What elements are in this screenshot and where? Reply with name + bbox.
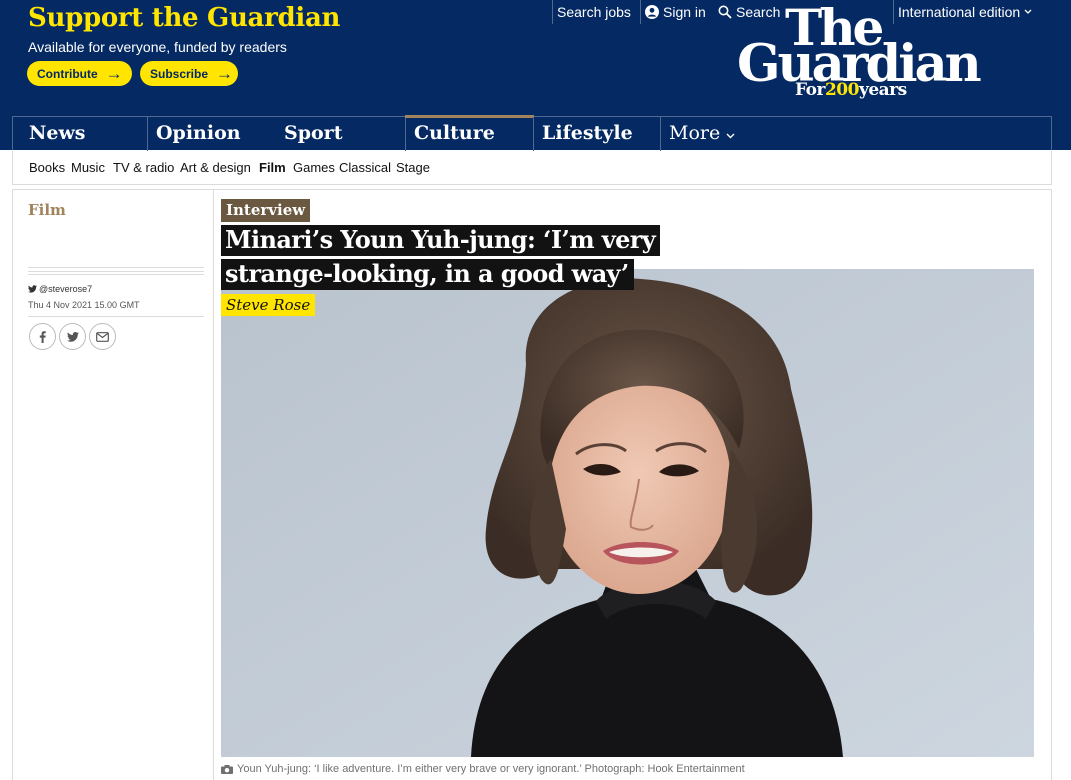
pillar-lifestyle[interactable]: Lifestyle bbox=[533, 117, 661, 151]
subnav-games[interactable]: Games bbox=[293, 160, 335, 175]
pillar-culture[interactable]: Culture bbox=[405, 115, 534, 151]
tagline-suffix: years bbox=[858, 80, 907, 100]
subscribe-label: Subscribe bbox=[150, 66, 209, 81]
email-icon bbox=[96, 331, 109, 342]
author-byline[interactable]: Steve Rose bbox=[221, 294, 316, 316]
author-twitter-link[interactable]: @steverose7 bbox=[28, 284, 92, 294]
sign-in-label: Sign in bbox=[663, 4, 706, 20]
twitter-icon bbox=[66, 331, 79, 342]
portrait-illustration bbox=[221, 269, 1034, 757]
site-header: Support the Guardian Available for every… bbox=[0, 0, 1071, 151]
pillar-news[interactable]: News bbox=[21, 117, 147, 151]
subnav-film[interactable]: Film bbox=[259, 160, 286, 175]
subnav: Books Music TV & radio Art & design Film… bbox=[12, 150, 1052, 185]
pillar-sport[interactable]: Sport bbox=[276, 117, 406, 151]
divider bbox=[28, 316, 204, 317]
more-label: More bbox=[669, 122, 721, 144]
subnav-art-design[interactable]: Art & design bbox=[180, 160, 251, 175]
pillar-opinion[interactable]: Opinion bbox=[147, 117, 269, 151]
section-label[interactable]: Film bbox=[28, 201, 66, 219]
headline-text: Minari’s Youn Yuh-jung: ‘I’m very strang… bbox=[221, 225, 661, 290]
share-twitter-button[interactable] bbox=[59, 323, 86, 350]
arrow-right-icon: → bbox=[216, 64, 234, 83]
article-kicker[interactable]: Interview bbox=[221, 199, 311, 222]
publish-date: Thu 4 Nov 2021 15.00 GMT bbox=[28, 300, 140, 310]
contribute-button[interactable]: Contribute → bbox=[27, 61, 132, 86]
meta-rule bbox=[28, 267, 204, 275]
profile-icon bbox=[645, 5, 659, 19]
support-subtitle: Available for everyone, funded by reader… bbox=[28, 39, 287, 55]
search-jobs-label: Search jobs bbox=[557, 4, 631, 20]
logo-tagline: For200years bbox=[795, 80, 907, 100]
chevron-down-icon bbox=[1024, 9, 1032, 14]
subnav-stage[interactable]: Stage bbox=[396, 160, 430, 175]
chevron-down-icon bbox=[726, 133, 735, 139]
search-jobs-link[interactable]: Search jobs bbox=[552, 0, 631, 24]
column-divider bbox=[213, 190, 214, 780]
sign-in-link[interactable]: Sign in bbox=[640, 0, 706, 24]
subnav-music[interactable]: Music bbox=[71, 160, 105, 175]
share-facebook-button[interactable] bbox=[29, 323, 56, 350]
guardian-logo[interactable]: The Guardian For200years bbox=[737, 0, 982, 104]
camera-icon bbox=[221, 764, 233, 774]
divider bbox=[12, 184, 1052, 185]
twitter-handle: @steverose7 bbox=[39, 284, 93, 294]
pillar-nav: News Opinion Sport Culture Lifestyle Mor… bbox=[12, 115, 1052, 151]
share-email-button[interactable] bbox=[89, 323, 116, 350]
search-icon bbox=[718, 5, 732, 19]
subscribe-button[interactable]: Subscribe → bbox=[140, 61, 238, 86]
subnav-books[interactable]: Books bbox=[29, 160, 65, 175]
article-headline: Minari’s Youn Yuh-jung: ‘I’m very strang… bbox=[221, 223, 691, 291]
image-caption: Youn Yuh-jung: ‘I like adventure. I’m ei… bbox=[221, 763, 745, 775]
arrow-right-icon: → bbox=[105, 64, 123, 83]
pillar-more[interactable]: More bbox=[660, 117, 780, 151]
facebook-icon bbox=[39, 330, 46, 343]
subnav-classical[interactable]: Classical bbox=[339, 160, 391, 175]
tagline-prefix: For bbox=[795, 80, 825, 100]
support-title: Support the Guardian bbox=[28, 3, 341, 33]
contribute-label: Contribute bbox=[37, 66, 98, 81]
subnav-tv-radio[interactable]: TV & radio bbox=[113, 160, 174, 175]
twitter-icon bbox=[28, 285, 37, 293]
article-main-image bbox=[221, 269, 1034, 757]
caption-text: Youn Yuh-jung: ‘I like adventure. I’m ei… bbox=[237, 763, 745, 775]
tagline-number: 200 bbox=[824, 80, 860, 100]
